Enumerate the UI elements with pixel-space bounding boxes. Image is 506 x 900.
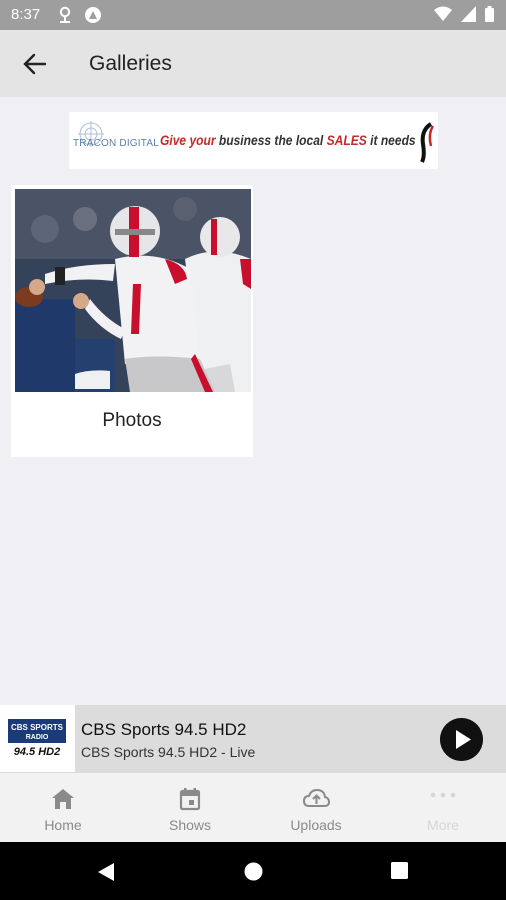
app-notification-icon bbox=[85, 7, 101, 23]
ad-words-end: it needs bbox=[370, 132, 416, 148]
station-logo: CBS SPORTS RADIO 94.5 HD2 bbox=[0, 705, 75, 772]
calendar-icon bbox=[179, 788, 201, 811]
location-icon bbox=[59, 6, 71, 23]
ad-logo-text: TRACON DIGITAL bbox=[73, 138, 159, 149]
station-title: CBS Sports 94.5 HD2 bbox=[81, 720, 247, 739]
app-bar: Galleries bbox=[0, 30, 506, 97]
ad-word-give: Give bbox=[160, 132, 187, 148]
status-time: 8:37 bbox=[11, 6, 41, 23]
system-recents-icon[interactable] bbox=[390, 861, 409, 880]
page-title: Galleries bbox=[89, 52, 172, 75]
system-back-icon[interactable] bbox=[95, 861, 117, 883]
nav-label-more: More bbox=[427, 817, 459, 833]
nav-label-uploads: Uploads bbox=[290, 817, 342, 833]
nav-item-shows[interactable]: Shows bbox=[127, 773, 253, 843]
ad-banner[interactable]: TRACON DIGITAL Give your business the lo… bbox=[69, 112, 438, 169]
battery-icon bbox=[485, 6, 494, 22]
back-arrow-icon[interactable] bbox=[20, 50, 50, 78]
gallery-thumbnail bbox=[15, 189, 251, 392]
ad-word-your: your bbox=[189, 132, 216, 148]
bottom-nav: Home Shows Uploads More bbox=[0, 772, 506, 843]
cbs-sports-radio-logo-icon: CBS SPORTS RADIO 94.5 HD2 bbox=[8, 719, 66, 758]
system-home-icon[interactable] bbox=[243, 861, 264, 882]
ad-word-sales: SALES bbox=[326, 132, 367, 148]
play-icon[interactable] bbox=[440, 718, 483, 761]
svg-text:CBS SPORTS: CBS SPORTS bbox=[11, 723, 64, 732]
station-status: CBS Sports 94.5 HD2 - Live bbox=[81, 744, 256, 760]
wifi-icon bbox=[434, 6, 452, 21]
nav-item-more[interactable]: More bbox=[380, 773, 506, 843]
svg-text:RADIO: RADIO bbox=[26, 734, 49, 741]
now-playing-bar[interactable]: CBS SPORTS RADIO 94.5 HD2 CBS Sports 94.… bbox=[0, 705, 506, 772]
ad-slogan: Give your business the local SALES it ne… bbox=[160, 132, 416, 148]
gallery-label: Photos bbox=[102, 410, 162, 431]
more-dots-icon bbox=[430, 792, 456, 798]
ad-brand-mark-icon bbox=[420, 122, 435, 163]
nav-label-home: Home bbox=[44, 817, 82, 833]
gallery-card[interactable]: Photos bbox=[11, 185, 253, 457]
cell-signal-icon bbox=[461, 6, 476, 22]
nav-item-home[interactable]: Home bbox=[0, 773, 126, 843]
status-bar: 8:37 bbox=[0, 0, 506, 30]
svg-text:94.5 HD2: 94.5 HD2 bbox=[14, 746, 60, 758]
system-nav-bar bbox=[0, 842, 506, 900]
nav-item-uploads[interactable]: Uploads bbox=[253, 773, 379, 843]
ad-words-mid: business the local bbox=[218, 132, 324, 148]
home-icon bbox=[52, 789, 74, 809]
nav-label-shows: Shows bbox=[168, 817, 212, 833]
football-photo-image bbox=[15, 189, 251, 392]
cloud-upload-icon bbox=[302, 788, 330, 807]
